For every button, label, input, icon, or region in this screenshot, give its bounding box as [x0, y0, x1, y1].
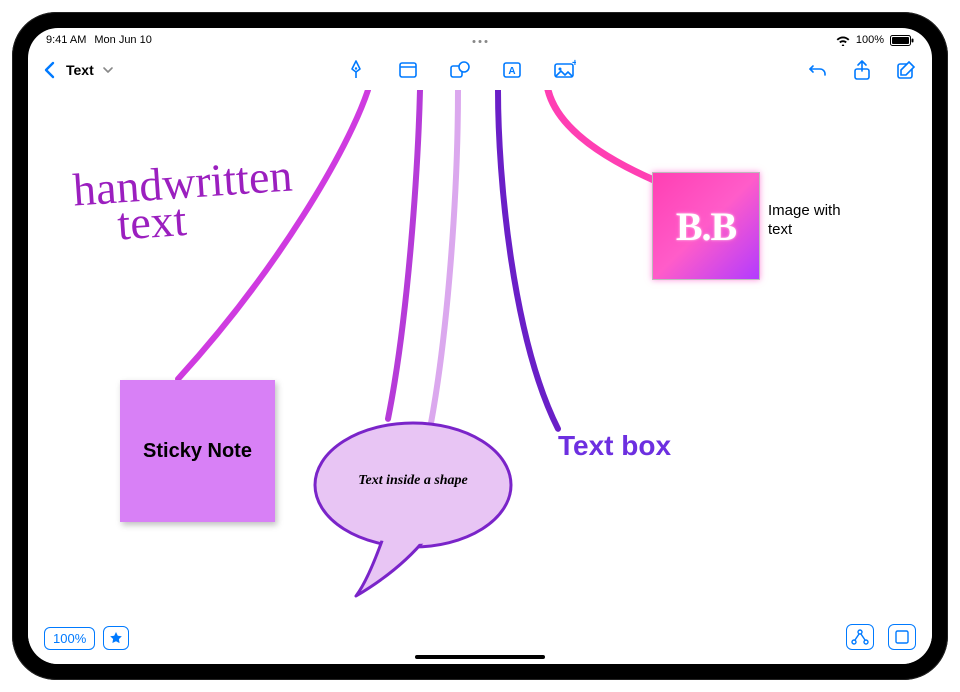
home-indicator[interactable]: [415, 655, 545, 659]
zoom-controls: 100%: [44, 626, 129, 650]
screen: 9:41 AM Mon Jun 10 100%: [28, 28, 932, 664]
board-title[interactable]: Text: [66, 62, 94, 78]
multitask-dots-icon[interactable]: [473, 40, 488, 43]
zoom-level-button[interactable]: 100%: [44, 627, 95, 650]
status-date: Mon Jun 10: [94, 34, 151, 46]
freeform-canvas[interactable]: handwritten text Sticky Note Text inside…: [28, 90, 932, 664]
image-caption-text[interactable]: Image with text: [768, 202, 848, 240]
handwritten-text-object[interactable]: handwritten text: [72, 154, 297, 248]
share-button[interactable]: [850, 58, 874, 82]
undo-button[interactable]: [806, 58, 830, 82]
svg-text:+: +: [572, 59, 576, 69]
navigator-button[interactable]: [888, 624, 916, 650]
ipad-frame: 9:41 AM Mon Jun 10 100%: [12, 12, 948, 680]
shape-text-label[interactable]: Text inside a shape: [328, 473, 498, 489]
speech-bubble-shape[interactable]: [308, 410, 518, 600]
bottom-right-controls: [846, 624, 916, 650]
wifi-icon: [836, 35, 850, 46]
compose-button[interactable]: [894, 58, 918, 82]
sticky-note-label: Sticky Note: [143, 439, 252, 463]
app-toolbar: Text A +: [28, 50, 932, 90]
media-tool-button[interactable]: +: [552, 58, 576, 82]
svg-text:A: A: [508, 66, 515, 77]
image-object[interactable]: B.B: [652, 172, 760, 280]
status-time: 9:41 AM: [46, 34, 86, 46]
connectors-button[interactable]: [846, 624, 874, 650]
status-bar: 9:41 AM Mon Jun 10 100%: [28, 28, 932, 50]
image-inner-text: B.B: [676, 203, 736, 250]
text-box-object[interactable]: Text box: [558, 430, 671, 462]
back-button[interactable]: [42, 61, 56, 79]
battery-icon: [890, 35, 914, 46]
battery-percent: 100%: [856, 34, 884, 46]
pen-tool-button[interactable]: [344, 58, 368, 82]
favorites-button[interactable]: [103, 626, 129, 650]
text-tool-button[interactable]: A: [500, 58, 524, 82]
sticky-note-tool-button[interactable]: [396, 58, 420, 82]
shape-tool-button[interactable]: [448, 58, 472, 82]
chevron-down-icon[interactable]: [102, 64, 114, 76]
sticky-note-object[interactable]: Sticky Note: [120, 380, 275, 522]
